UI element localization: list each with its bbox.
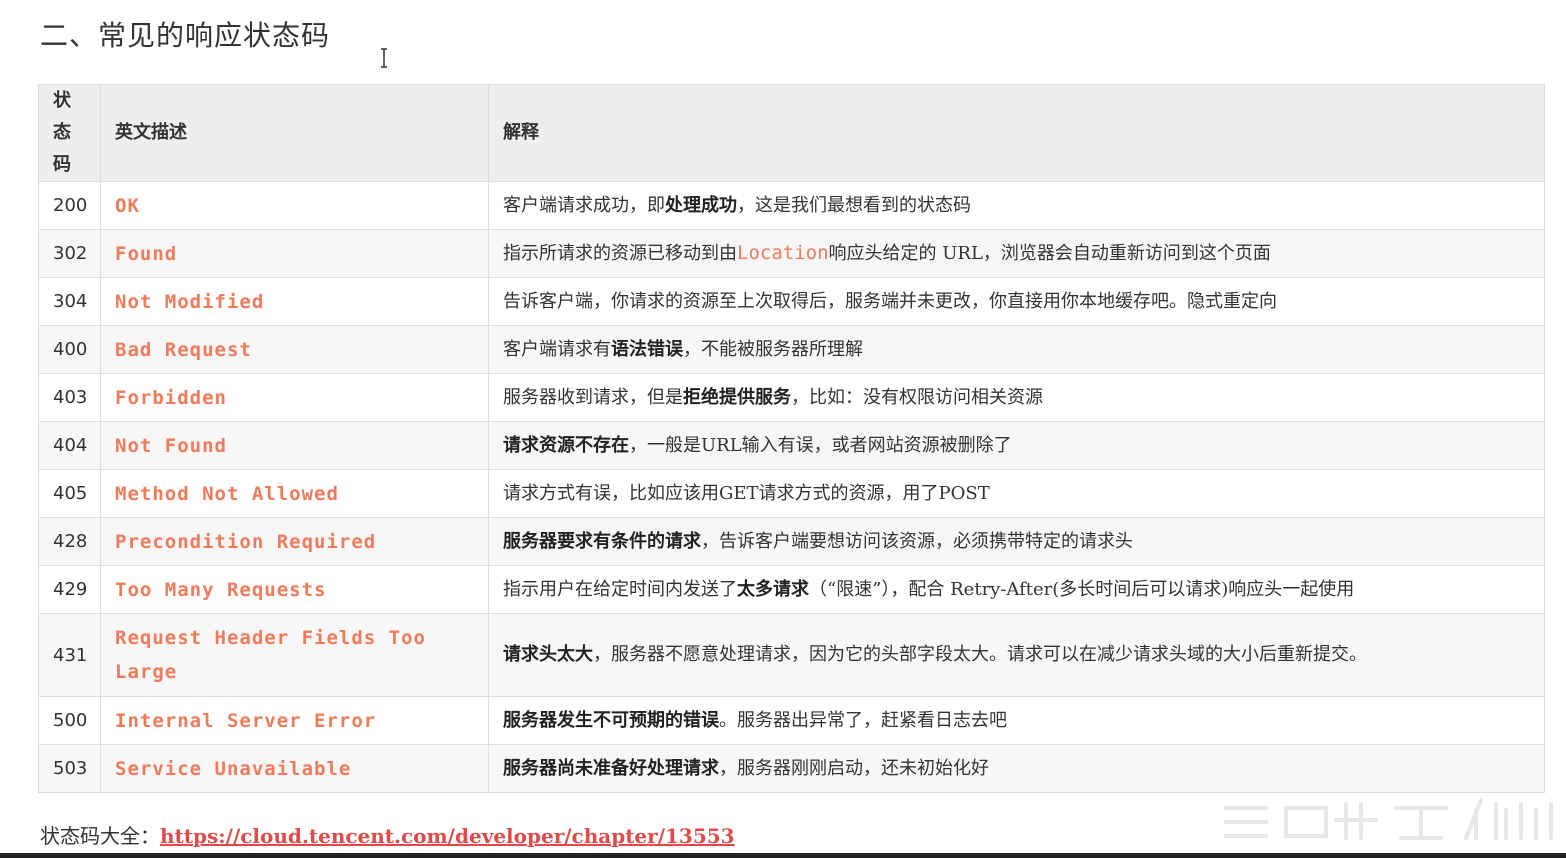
- header-english-desc: 英文描述: [100, 84, 489, 182]
- status-name-cell: Not Found: [100, 421, 489, 470]
- status-name-cell: Too Many Requests: [100, 565, 489, 614]
- text-cursor-icon: [381, 48, 387, 68]
- status-code-cell: 302: [38, 229, 101, 278]
- status-description-cell: 客户端请求成功，即处理成功，这是我们最想看到的状态码: [488, 181, 1545, 230]
- status-description-cell: 请求方式有误，比如应该用GET请求方式的资源，用了POST: [488, 469, 1545, 518]
- table-row: 200 OK 客户端请求成功，即处理成功，这是我们最想看到的状态码: [38, 181, 1545, 230]
- status-code-table: 状态码 英文描述 解释 200 OK 客户端请求成功，即处理成功，这是我们最想看到的…: [38, 84, 1545, 793]
- status-name-cell: Service Unavailable: [100, 744, 489, 793]
- status-code-cell: 431: [38, 613, 101, 697]
- emphasis-text: 请求资源不存在: [503, 434, 629, 456]
- description-text: 指示所请求的资源已移动到由: [503, 243, 737, 264]
- emphasis-text: 请求头太大: [503, 644, 593, 665]
- bottom-bar: [0, 853, 1566, 858]
- emphasis-text: 太多请求: [737, 578, 809, 600]
- watermark-logo-icon: [1224, 798, 1553, 840]
- table-row: 503 Service Unavailable 服务器尚未准备好处理请求，服务器刚刚…: [38, 744, 1545, 793]
- status-description-cell: 指示用户在给定时间内发送了太多请求（“限速”），配合 Retry-After(多…: [488, 565, 1545, 614]
- table-row: 304 Not Modified 告诉客户端，你请求的资源至上次取得后，服务端并未更…: [38, 277, 1545, 326]
- description-text: 。服务器出异常了，赶紧看日志去吧: [719, 709, 1007, 731]
- emphasis-text: 处理成功: [665, 194, 737, 216]
- status-description-cell: 服务器尚未准备好处理请求，服务器刚刚启动，还未初始化好: [488, 744, 1545, 793]
- table-row: 431 Request Header Fields Too Large 请求头太大，…: [38, 613, 1545, 697]
- table-row: 428 Precondition Required 服务器要求有条件的请求，告诉客户…: [38, 517, 1545, 566]
- description-text: ，服务器刚刚启动，还未初始化好: [719, 757, 989, 779]
- status-code-cell: 428: [38, 517, 101, 566]
- status-code-cell: 200: [38, 181, 101, 230]
- table-row: 403 Forbidden 服务器收到请求，但是拒绝提供服务，比如：没有权限访问相关…: [38, 373, 1545, 422]
- status-name-cell: Not Modified: [100, 277, 489, 326]
- status-code-cell: 503: [38, 744, 101, 793]
- description-text: ，服务器不愿意处理请求，因为它的头部字段太大。请求可以在减少请求头域的大小后重新…: [593, 644, 1367, 665]
- emphasis-text: 服务器要求有条件的请求: [503, 530, 701, 552]
- status-code-cell: 405: [38, 469, 101, 518]
- description-text: ，比如：没有权限访问相关资源: [791, 386, 1043, 408]
- description-text: 请求方式有误，比如应该用GET请求方式的资源，用了POST: [503, 482, 990, 504]
- status-name-cell: Method Not Allowed: [100, 469, 489, 518]
- description-text: 告诉客户端，你请求的资源至上次取得后，服务端并未更改，你直接用你本地缓存吧。隐式…: [503, 290, 1277, 312]
- status-code-reference-link[interactable]: https://cloud.tencent.com/developer/chap…: [160, 824, 735, 848]
- footer-label: 状态码大全：: [40, 824, 160, 848]
- header-explanation: 解释: [488, 84, 1545, 182]
- status-code-cell: 429: [38, 565, 101, 614]
- table-header-row: 状态码 英文描述 解释: [38, 84, 1545, 182]
- status-description-cell: 服务器发生不可预期的错误。服务器出异常了，赶紧看日志去吧: [488, 696, 1545, 745]
- status-name-cell: Request Header Fields Too Large: [100, 613, 489, 697]
- emphasis-text: 服务器发生不可预期的错误: [503, 709, 719, 731]
- page-title: 二、常见的响应状态码: [40, 19, 331, 52]
- table-body: 200 OK 客户端请求成功，即处理成功，这是我们最想看到的状态码 302 Found 指…: [38, 181, 1545, 793]
- emphasis-text: 语法错误: [611, 338, 683, 360]
- status-name-cell: Internal Server Error: [100, 696, 489, 745]
- table-row: 500 Internal Server Error 服务器发生不可预期的错误。服务器…: [38, 696, 1545, 745]
- description-text: 服务器收到请求，但是: [503, 386, 683, 408]
- status-name-cell: Bad Request: [100, 325, 489, 374]
- status-description-cell: 请求头太大，服务器不愿意处理请求，因为它的头部字段太大。请求可以在减少请求头域的…: [488, 613, 1545, 697]
- table-row: 302 Found 指示所请求的资源已移动到由Location响应头给定的 URL，…: [38, 229, 1545, 278]
- status-description-cell: 客户端请求有语法错误，不能被服务器所理解: [488, 325, 1545, 374]
- description-text: ，告诉客户端要想访问该资源，必须携带特定的请求头: [701, 530, 1133, 552]
- status-name-cell: Forbidden: [100, 373, 489, 422]
- description-text: 指示用户在给定时间内发送了: [503, 578, 737, 600]
- description-text: （“限速”），配合 Retry-After(多长时间后可以请求)响应头一起使用: [809, 578, 1355, 600]
- emphasis-text: 服务器尚未准备好处理请求: [503, 757, 719, 779]
- description-text: ，不能被服务器所理解: [683, 338, 863, 360]
- status-description-cell: 服务器收到请求，但是拒绝提供服务，比如：没有权限访问相关资源: [488, 373, 1545, 422]
- status-code-cell: 403: [38, 373, 101, 422]
- description-text: 客户端请求成功，即: [503, 194, 665, 216]
- status-code-cell: 304: [38, 277, 101, 326]
- description-text: ，这是我们最想看到的状态码: [737, 194, 971, 216]
- status-code-cell: 404: [38, 421, 101, 470]
- status-name-cell: Precondition Required: [100, 517, 489, 566]
- description-text: 响应头给定的 URL，浏览器会自动重新访问到这个页面: [828, 243, 1271, 264]
- status-name-cell: OK: [100, 181, 489, 230]
- table-row: 400 Bad Request 客户端请求有语法错误，不能被服务器所理解: [38, 325, 1545, 374]
- table-row: 404 Not Found 请求资源不存在，一般是URL输入有误，或者网站资源被删除…: [38, 421, 1545, 470]
- status-description-cell: 指示所请求的资源已移动到由Location响应头给定的 URL，浏览器会自动重新…: [488, 229, 1545, 278]
- status-description-cell: 请求资源不存在，一般是URL输入有误，或者网站资源被删除了: [488, 421, 1545, 470]
- status-code-cell: 400: [38, 325, 101, 374]
- inline-code-text: Location: [737, 242, 829, 264]
- description-text: 客户端请求有: [503, 338, 611, 360]
- status-name-cell: Found: [100, 229, 489, 278]
- status-description-cell: 服务器要求有条件的请求，告诉客户端要想访问该资源，必须携带特定的请求头: [488, 517, 1545, 566]
- header-status-code: 状态码: [38, 84, 101, 182]
- emphasis-text: 拒绝提供服务: [683, 386, 791, 408]
- status-description-cell: 告诉客户端，你请求的资源至上次取得后，服务端并未更改，你直接用你本地缓存吧。隐式…: [488, 277, 1545, 326]
- status-code-cell: 500: [38, 696, 101, 745]
- table-row: 405 Method Not Allowed 请求方式有误，比如应该用GET请求方式…: [38, 469, 1545, 518]
- footer: 状态码大全：https://cloud.tencent.com/develope…: [40, 820, 735, 849]
- description-text: ，一般是URL输入有误，或者网站资源被删除了: [629, 434, 1012, 456]
- table-row: 429 Too Many Requests 指示用户在给定时间内发送了太多请求（“限…: [38, 565, 1545, 614]
